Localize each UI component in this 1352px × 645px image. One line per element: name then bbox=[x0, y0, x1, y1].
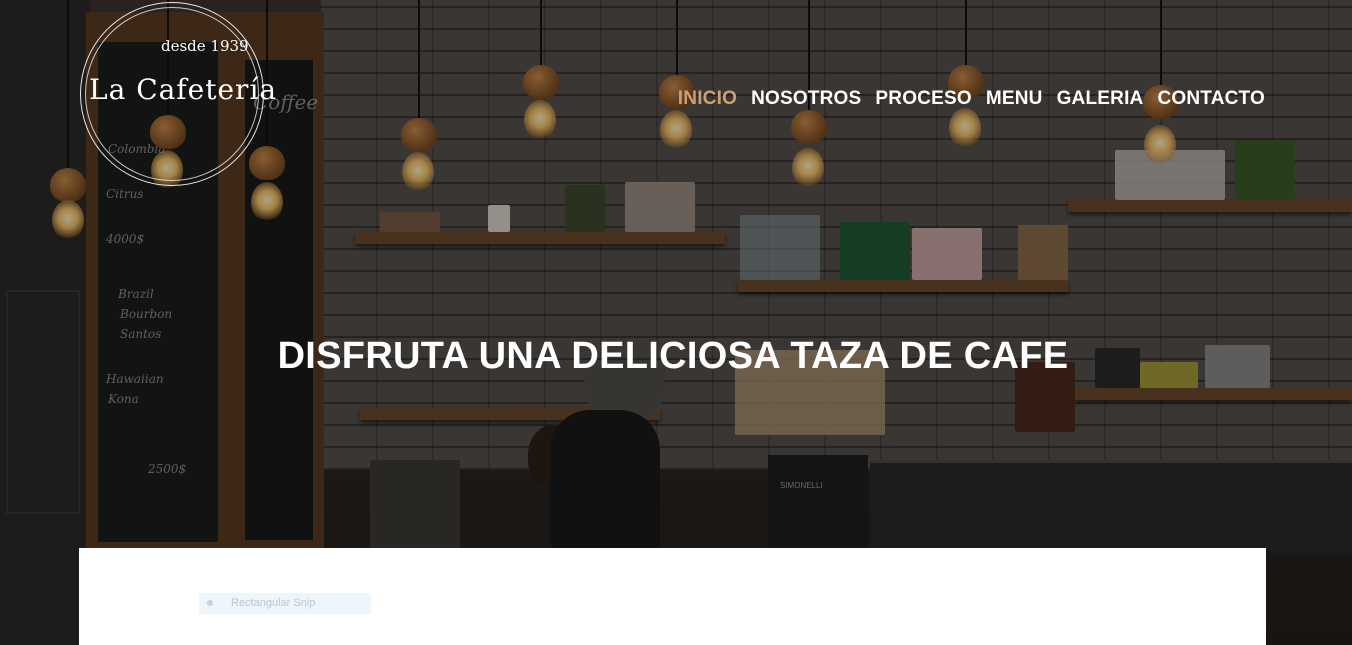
brand-logo[interactable]: desde 1939 La Cafetería bbox=[80, 2, 276, 186]
nav-item-nosotros[interactable]: NOSOTROS bbox=[744, 88, 868, 110]
hero-section: Colombia Citrus 4000$ Brazil Bourbon San… bbox=[0, 0, 1352, 645]
nav-item-proceso[interactable]: PROCESO bbox=[868, 88, 978, 110]
snip-label: Rectangular Snip bbox=[231, 597, 316, 609]
brand-name: La Cafetería bbox=[89, 73, 278, 106]
hero-headline: DISFRUTA UNA DELICIOSA TAZA DE CAFE bbox=[277, 335, 1069, 378]
nav-item-menu[interactable]: MENU bbox=[979, 88, 1050, 110]
nav-item-inicio[interactable]: INICIO bbox=[671, 88, 744, 110]
brand-since: desde 1939 bbox=[161, 37, 249, 55]
content-card: Rectangular Snip bbox=[79, 548, 1266, 645]
nav-item-galeria[interactable]: GALERIA bbox=[1050, 88, 1151, 110]
main-nav: INICIO NOSOTROS PROCESO MENU GALERIA CON… bbox=[671, 88, 1272, 110]
nav-item-contacto[interactable]: CONTACTO bbox=[1150, 88, 1272, 110]
snip-tooltip: Rectangular Snip bbox=[199, 593, 371, 614]
snip-icon bbox=[207, 600, 213, 606]
